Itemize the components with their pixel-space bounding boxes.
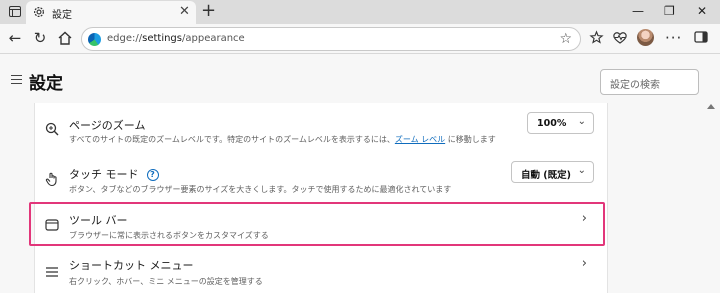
scroll-up-arrow[interactable] (707, 104, 715, 109)
settings-search-input[interactable]: 設定の検索 (600, 69, 699, 95)
chevron-down-icon: ⌄ (577, 116, 586, 127)
address-bar[interactable]: edge://settings/appearance ☆ (81, 27, 581, 51)
zoom-icon (45, 122, 59, 136)
settings-card: ページのズーム すべてのサイトの既定のズームレベルです。特定のサイトのズームレベ… (34, 103, 608, 293)
tab-title: 設定 (52, 10, 72, 21)
profile-avatar[interactable] (637, 29, 654, 46)
menu-lines-icon (46, 267, 58, 277)
zoom-value: 100% (537, 118, 567, 129)
tab-settings[interactable]: 設定 ✕ (26, 1, 196, 24)
health-icon[interactable] (612, 30, 628, 45)
zoom-title: ページのズーム (69, 119, 146, 132)
navigation-bar: ← ↻ edge://settings/appearance ☆ ··· (0, 24, 720, 54)
chevron-right-icon: › (581, 256, 587, 271)
touch-title: タッチ モード? (69, 166, 159, 182)
minimize-icon[interactable]: — (632, 3, 644, 19)
restore-icon[interactable]: ❐ (664, 3, 675, 19)
zoom-level-link[interactable]: ズーム レベル (395, 135, 445, 144)
search-placeholder: 設定の検索 (610, 80, 660, 91)
favorites-icon[interactable] (589, 30, 604, 45)
back-icon[interactable]: ← (6, 29, 24, 47)
menu-icon[interactable] (11, 75, 22, 84)
more-options-icon[interactable]: ··· (665, 30, 682, 46)
shortcut-menu-title: ショートカット メニュー (69, 259, 194, 272)
tab-actions-icon[interactable] (9, 6, 21, 17)
zoom-description: すべてのサイトの既定のズームレベルです。特定のサイトのズームレベルを表示するには… (69, 135, 496, 144)
sidebar-toggle-icon[interactable] (694, 30, 708, 44)
gear-icon (34, 7, 44, 17)
window-close-icon[interactable]: ✕ (697, 3, 707, 19)
touch-mode-dropdown[interactable]: 自動 (既定) ⌄ (511, 161, 594, 183)
help-icon[interactable]: ? (146, 169, 159, 181)
refresh-icon[interactable]: ↻ (31, 29, 49, 47)
tab-bar: 設定 ✕ + — ❐ ✕ (0, 0, 720, 24)
url-text[interactable]: edge://settings/appearance (107, 33, 245, 44)
setting-row-shortcut-menu[interactable]: ショートカット メニュー 右クリック、ホバー、ミニ メニューの設定を管理する › (35, 251, 609, 293)
touch-mode-value: 自動 (既定) (521, 170, 571, 181)
setting-row-zoom: ページのズーム すべてのサイトの既定のズームレベルです。特定のサイトのズームレベ… (35, 111, 609, 161)
page-title: 設定 (29, 74, 63, 94)
toolbar-highlight-box (29, 202, 605, 246)
touch-icon (45, 172, 57, 187)
setting-row-touch: タッチ モード? ボタン、タブなどのブラウザー要素のサイズを大きくします。タッチ… (35, 158, 609, 203)
zoom-dropdown[interactable]: 100% ⌄ (527, 112, 594, 134)
favorite-star-icon[interactable]: ☆ (559, 31, 572, 47)
touch-description: ボタン、タブなどのブラウザー要素のサイズを大きくします。タッチで使用するために最… (69, 185, 452, 194)
shortcut-menu-description: 右クリック、ホバー、ミニ メニューの設定を管理する (69, 277, 263, 286)
chevron-down-icon: ⌄ (577, 165, 586, 176)
settings-header: 設定 設定の検索 (0, 55, 720, 103)
home-icon[interactable] (56, 29, 74, 47)
tab-close-icon[interactable]: ✕ (179, 4, 190, 20)
new-tab-button[interactable]: + (201, 1, 216, 21)
edge-logo-icon (88, 33, 101, 46)
